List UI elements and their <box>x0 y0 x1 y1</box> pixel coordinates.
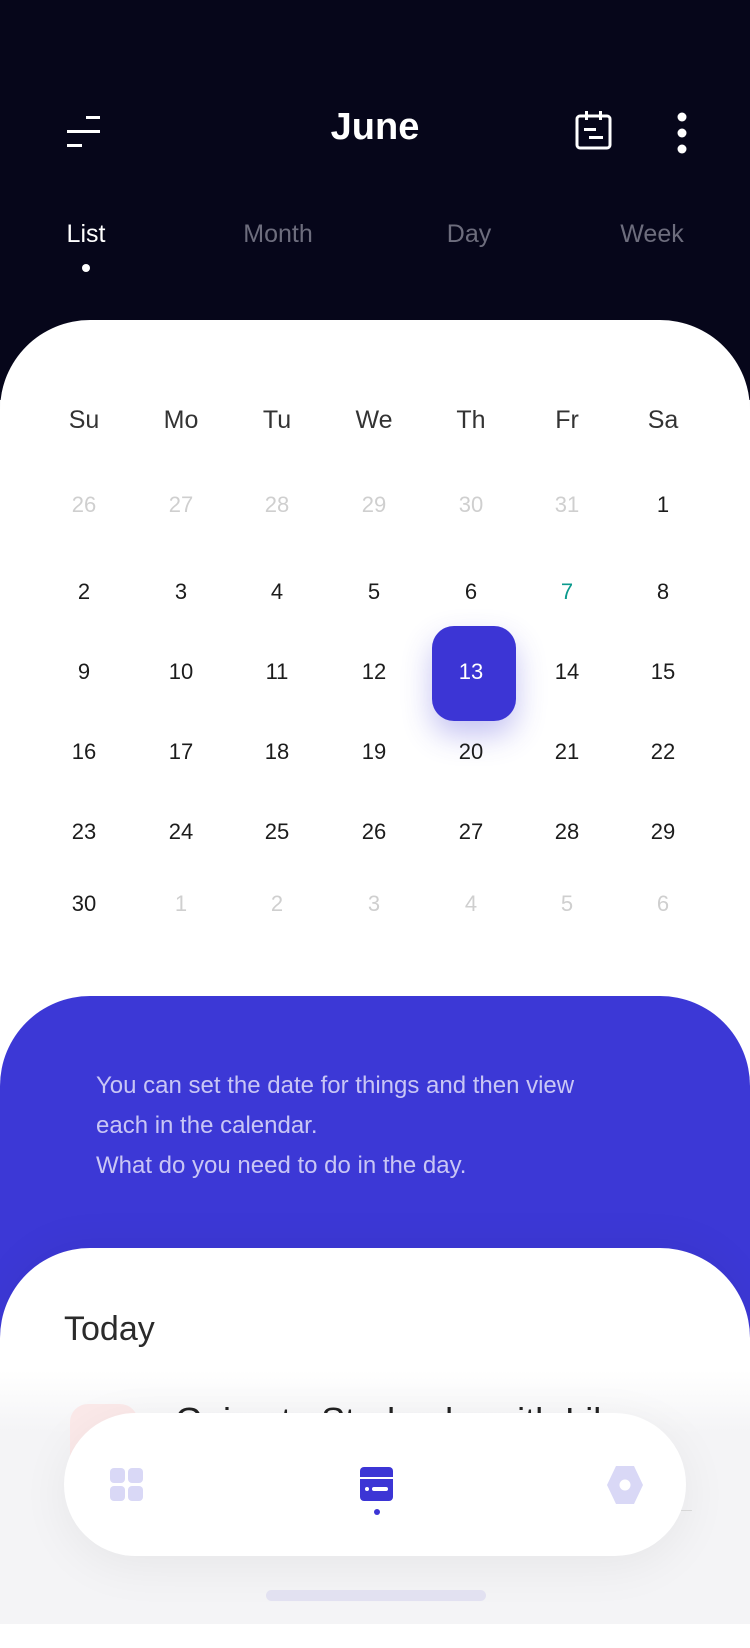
calendar-day[interactable]: 9 <box>36 659 132 685</box>
settings-hex-icon[interactable] <box>606 1465 644 1510</box>
calendar-day[interactable]: 6 <box>423 579 519 605</box>
calendar-day[interactable]: 31 <box>519 492 615 518</box>
tab-month[interactable]: Month <box>208 220 348 249</box>
calendar-day[interactable]: 15 <box>615 659 711 685</box>
calendar-day[interactable]: 14 <box>519 659 615 685</box>
weekday-label: Fr <box>555 406 579 434</box>
calendar-icon[interactable] <box>575 110 613 155</box>
weekday-label: Mo <box>163 406 199 434</box>
weekday-label: Th <box>456 406 486 434</box>
bottom-nav <box>64 1413 686 1556</box>
calendar-day[interactable]: 10 <box>133 659 229 685</box>
calendar-day[interactable]: 5 <box>326 579 422 605</box>
calendar-day-selected[interactable]: 13 <box>423 659 519 685</box>
calendar-day[interactable]: 29 <box>326 492 422 518</box>
calendar-day[interactable]: 19 <box>326 739 422 765</box>
calendar-day[interactable]: 1 <box>615 492 711 518</box>
calendar-day[interactable]: 21 <box>519 739 615 765</box>
calendar-day[interactable]: 27 <box>133 492 229 518</box>
calendar-day[interactable]: 3 <box>133 579 229 605</box>
home-indicator <box>266 1590 486 1601</box>
weekday-label: Sa <box>647 406 679 434</box>
calendar-day[interactable]: 23 <box>36 819 132 845</box>
calendar-card-icon[interactable] <box>360 1467 394 1520</box>
calendar-day[interactable]: 28 <box>519 819 615 845</box>
calendar-day[interactable]: 2 <box>36 579 132 605</box>
weekday-label: We <box>355 406 393 434</box>
more-vertical-icon[interactable] <box>675 112 689 159</box>
calendar-day[interactable]: 4 <box>423 891 519 917</box>
calendar-day[interactable]: 4 <box>229 579 325 605</box>
calendar-day[interactable]: 20 <box>423 739 519 765</box>
calendar-day[interactable]: 26 <box>36 492 132 518</box>
calendar-day[interactable]: 25 <box>229 819 325 845</box>
today-title: Today <box>64 1310 155 1348</box>
page-title: June <box>330 106 420 148</box>
info-line: What do you need to do in the day. <box>96 1152 467 1179</box>
tab-week[interactable]: Week <box>582 220 722 249</box>
calendar-day[interactable]: 12 <box>326 659 422 685</box>
calendar-day[interactable]: 28 <box>229 492 325 518</box>
info-line: You can set the date for things and then… <box>96 1072 575 1099</box>
weekday-label: Su <box>68 406 100 434</box>
calendar-day[interactable]: 3 <box>326 891 422 917</box>
active-tab-indicator <box>82 264 90 272</box>
calendar-day[interactable]: 5 <box>519 891 615 917</box>
calendar-day[interactable]: 7 <box>519 579 615 605</box>
calendar-day[interactable]: 27 <box>423 819 519 845</box>
calendar-day[interactable]: 24 <box>133 819 229 845</box>
calendar-day[interactable]: 26 <box>326 819 422 845</box>
calendar-day[interactable]: 1 <box>133 891 229 917</box>
calendar-day[interactable]: 8 <box>615 579 711 605</box>
info-line: each in the calendar. <box>96 1112 318 1139</box>
calendar-day[interactable]: 18 <box>229 739 325 765</box>
calendar-day[interactable]: 22 <box>615 739 711 765</box>
calendar-day[interactable]: 30 <box>423 492 519 518</box>
calendar-day[interactable]: 17 <box>133 739 229 765</box>
calendar-day[interactable]: 11 <box>229 659 325 685</box>
calendar-day[interactable]: 29 <box>615 819 711 845</box>
info-text: You can set the date for things and then… <box>96 1066 696 1186</box>
weekday-label: Tu <box>262 406 292 434</box>
calendar-day[interactable]: 2 <box>229 891 325 917</box>
calendar-day[interactable]: 30 <box>36 891 132 917</box>
calendar-day[interactable]: 6 <box>615 891 711 917</box>
tab-list[interactable]: List <box>16 220 156 249</box>
grid-icon[interactable] <box>110 1468 144 1507</box>
calendar-day[interactable]: 16 <box>36 739 132 765</box>
tab-day[interactable]: Day <box>399 220 539 249</box>
